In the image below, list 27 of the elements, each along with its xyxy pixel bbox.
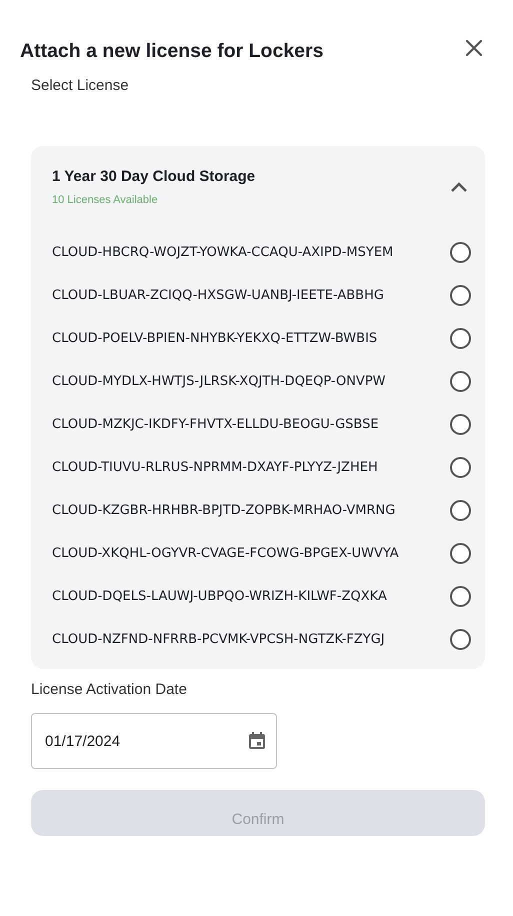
- license-code: CLOUD-NZFND-NFRRB-PCVMK-VPCSH-NGTZK-FZYGJ: [52, 630, 386, 649]
- date-field[interactable]: 01/17/2024: [31, 713, 277, 770]
- license-code: CLOUD-POELV-BPIEN-NHYBK-YEKXQ-ETTZW-BWBIS: [52, 330, 378, 348]
- radio-button[interactable]: [450, 500, 471, 521]
- license-count: 10 Licenses Available: [52, 193, 159, 208]
- radio-button[interactable]: [450, 242, 471, 263]
- radio-button[interactable]: [450, 414, 471, 435]
- radio-button[interactable]: [450, 370, 471, 392]
- radio-button[interactable]: [450, 328, 471, 349]
- license-code: CLOUD-XKQHL-OGYVR-CVAGE-FCOWG-BPGEX-UWVYA: [52, 544, 400, 563]
- license-code: CLOUD-HBCRQ-WOJZT-YOWKA-CCAQU-AXIPD-MSYEM: [52, 244, 394, 262]
- license-code: CLOUD-MYDLX-HWTJS-JLRSK-XQJTH-DQEQP-ONVPW: [52, 372, 387, 391]
- calendar-icon[interactable]: [247, 731, 267, 752]
- dialog-title: Attach a new license for Lockers: [20, 40, 324, 64]
- radio-button[interactable]: [450, 586, 471, 607]
- radio-button[interactable]: [450, 284, 471, 306]
- license-code: CLOUD-TIUVU-RLRUS-NPRMM-DXAYF-PLYYZ-JZHEH: [52, 458, 379, 477]
- license-code: CLOUD-KZGBR-HRHBR-BPJTD-ZOPBK-MRHAO-VMRNG: [52, 502, 396, 520]
- field-label: Select License: [31, 76, 130, 96]
- group-title: 1 Year 30 Day Cloud Storage: [52, 166, 256, 187]
- radio-button[interactable]: [450, 542, 471, 564]
- license-code: CLOUD-DQELS-LAUWJ-UBPQO-WRIZH-KILWF-ZQXKA: [52, 588, 388, 606]
- radio-button[interactable]: [450, 456, 471, 478]
- license-code: CLOUD-MZKJC-IKDFY-FHVTX-ELLDU-BEOGU-GSBSE: [52, 416, 380, 434]
- license-code: CLOUD-LBUAR-ZCIQQ-HXSGW-UANBJ-IEETE-ABBHG: [52, 286, 385, 305]
- field-label: License Activation Date: [31, 680, 188, 700]
- radio-button[interactable]: [450, 628, 471, 650]
